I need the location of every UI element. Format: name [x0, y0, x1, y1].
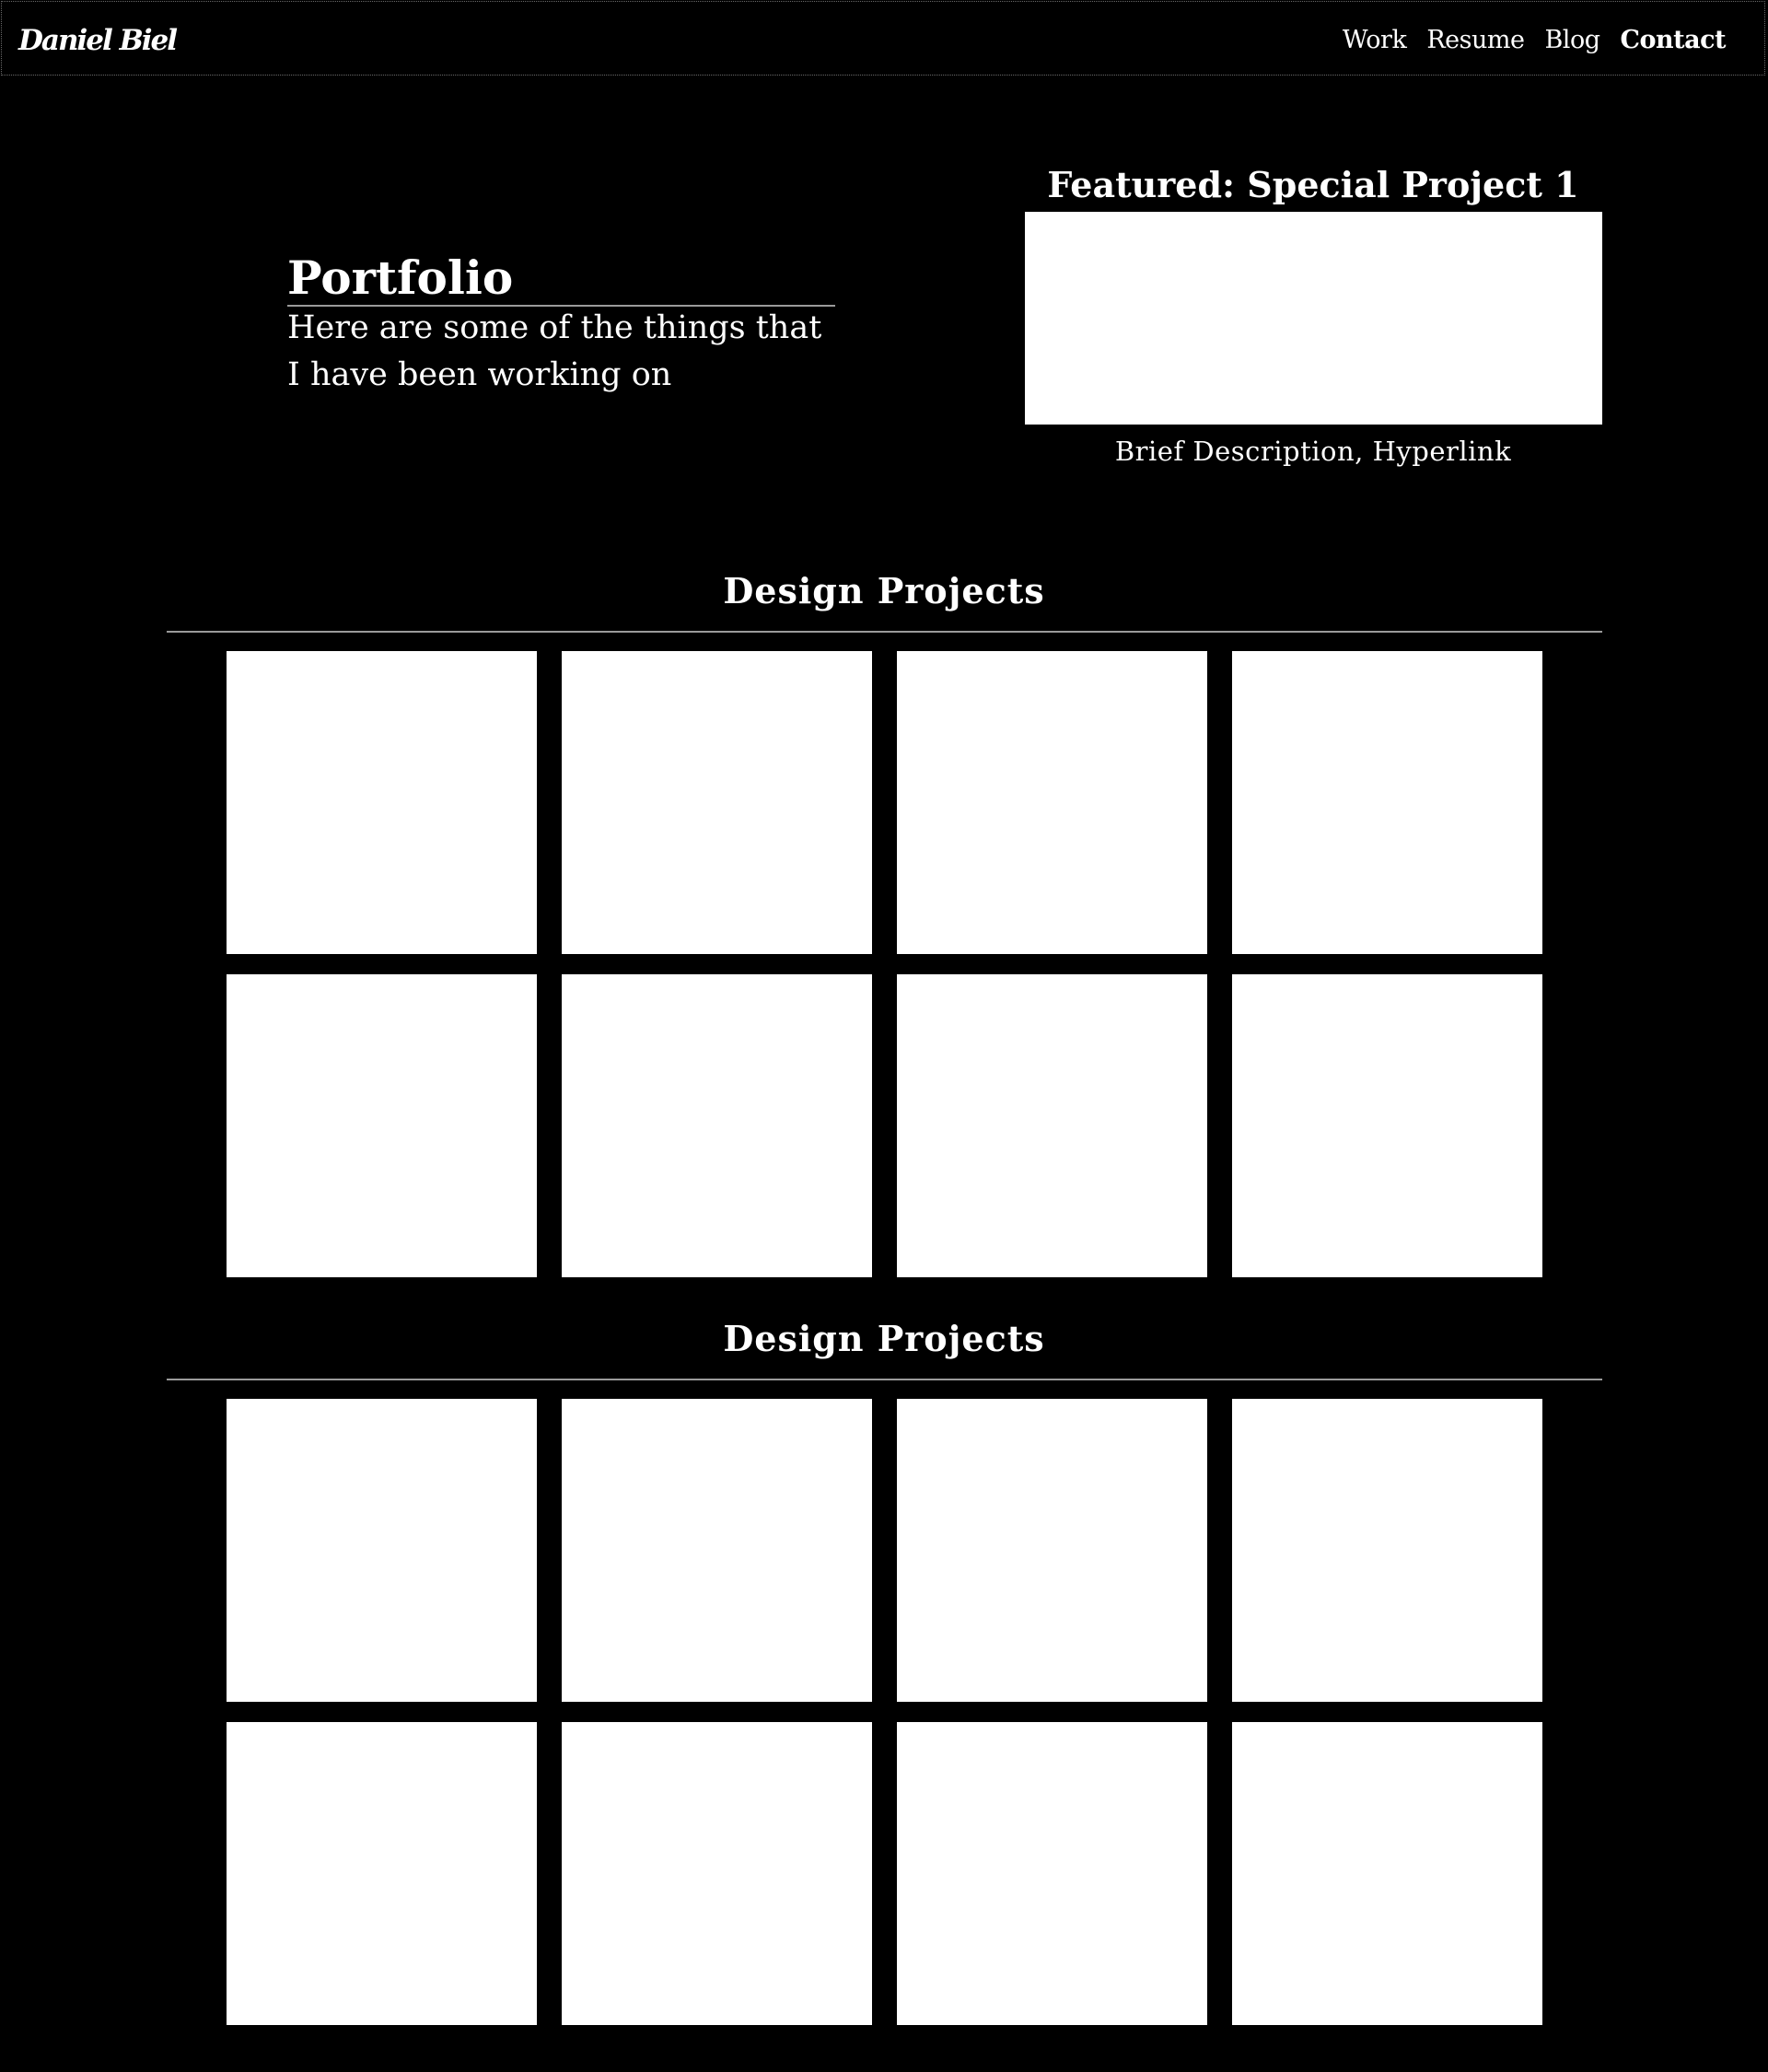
subtitle-line-2: I have been working on	[287, 356, 672, 393]
nav-link-contact[interactable]: Contact	[1620, 22, 1726, 59]
project-tile[interactable]	[227, 974, 537, 1277]
project-tile[interactable]	[562, 651, 872, 954]
main-nav: Work Resume Blog Contact	[1343, 22, 1727, 59]
section-divider-1	[167, 631, 1602, 633]
project-tile[interactable]	[1232, 651, 1542, 954]
featured-image-placeholder[interactable]	[1025, 212, 1602, 425]
project-tile[interactable]	[897, 1722, 1207, 2025]
site-logo[interactable]: Daniel Biel	[18, 22, 178, 59]
page-subtitle: Here are some of the things that I have …	[287, 305, 858, 399]
subtitle-line-1: Here are some of the things that	[287, 309, 822, 346]
project-tile[interactable]	[1232, 1722, 1542, 2025]
project-tile[interactable]	[1232, 974, 1542, 1277]
nav-link-work[interactable]: Work	[1343, 22, 1407, 59]
project-tile[interactable]	[562, 1399, 872, 1702]
project-tile[interactable]	[897, 1399, 1207, 1702]
project-tile[interactable]	[1232, 1399, 1542, 1702]
project-tile[interactable]	[562, 974, 872, 1277]
page-title: Portfolio	[287, 250, 514, 305]
project-tile[interactable]	[897, 651, 1207, 954]
project-tile[interactable]	[227, 651, 537, 954]
nav-link-blog[interactable]: Blog	[1544, 22, 1600, 59]
project-tile[interactable]	[897, 974, 1207, 1277]
project-grid-2	[227, 1399, 1542, 2025]
project-grid-1	[227, 651, 1542, 1277]
navbar: Daniel Biel Work Resume Blog Contact	[1, 1, 1765, 76]
section-title-1: Design Projects	[723, 570, 1045, 611]
featured-title: Featured: Special Project 1	[1047, 164, 1579, 205]
section-title-2: Design Projects	[723, 1318, 1045, 1359]
project-tile[interactable]	[227, 1722, 537, 2025]
project-tile[interactable]	[562, 1722, 872, 2025]
section-divider-2	[167, 1379, 1602, 1380]
nav-link-resume[interactable]: Resume	[1426, 22, 1525, 59]
project-tile[interactable]	[227, 1399, 537, 1702]
featured-description-link[interactable]: Brief Description, Hyperlink	[1025, 431, 1601, 471]
